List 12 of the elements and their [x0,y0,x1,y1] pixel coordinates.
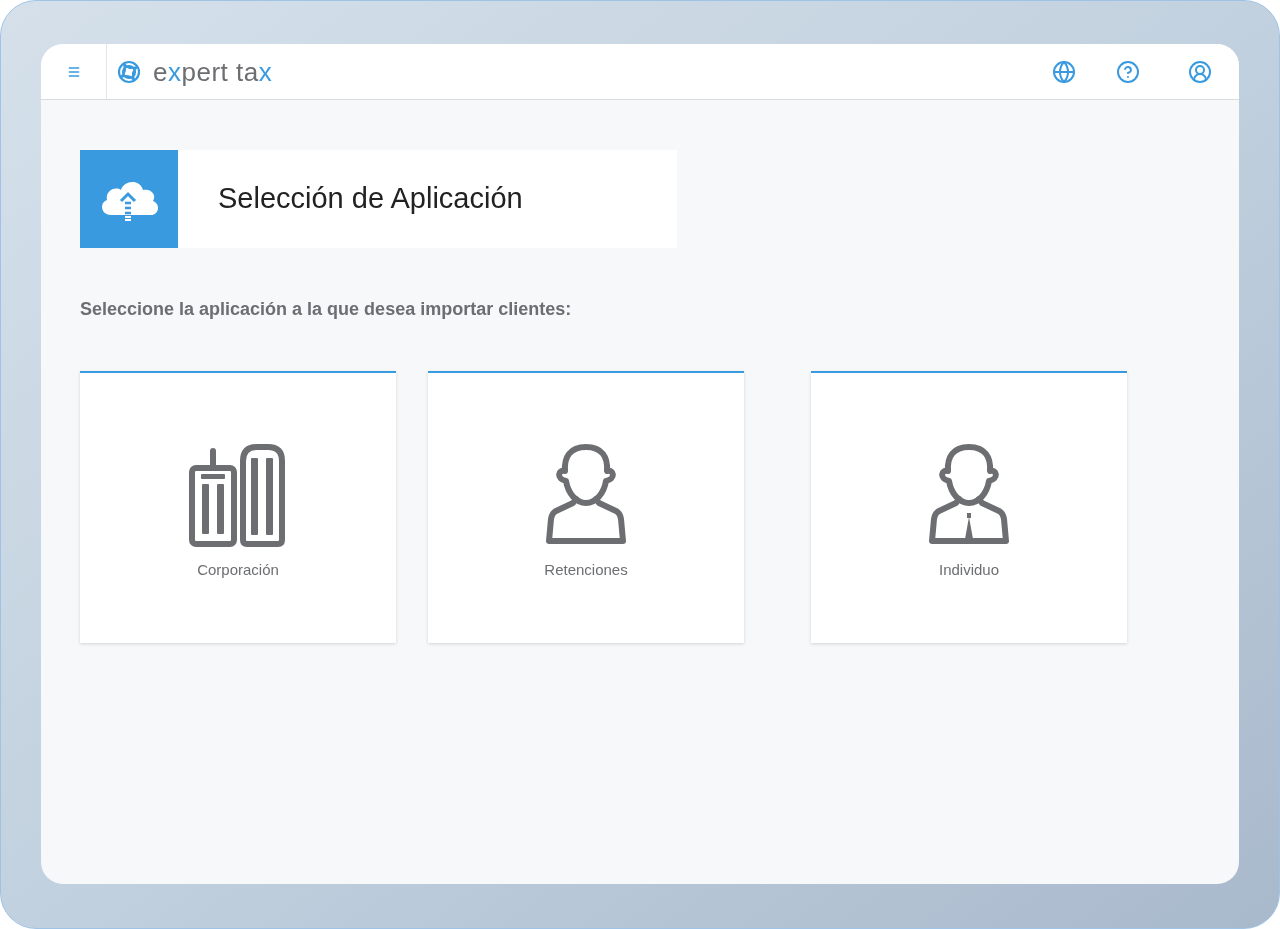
globe-icon[interactable] [1052,59,1076,84]
instruction-text: Seleccione la aplicación a la que desea importar clientes: [80,298,573,321]
user-profile-icon[interactable] [1188,59,1212,84]
application-card[interactable]: Corporación [80,371,396,643]
page-title: Selección de Aplicación [218,181,523,217]
person-icon [546,443,626,547]
application-card[interactable]: Individuo [811,371,1127,643]
logo-wordmark: expert tax [153,58,273,85]
person-with-tie-icon [929,443,1009,547]
help-icon[interactable] [1116,59,1140,84]
application-card[interactable]: Retenciones [428,371,744,643]
buildings-icon [188,441,288,547]
